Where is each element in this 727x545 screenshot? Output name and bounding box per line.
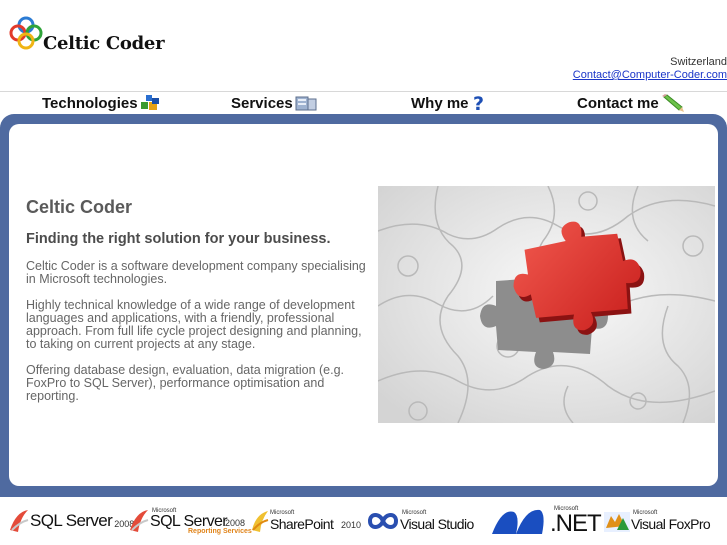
foxpro-icon: [604, 512, 630, 532]
sharepoint-icon: [252, 511, 269, 532]
sql-server-icon: [10, 510, 29, 532]
intro-paragraph: Celtic Coder is a software development c…: [26, 259, 366, 286]
knowledge-paragraph: Highly technical knowledge of a wide ran…: [26, 298, 362, 351]
puzzle-illustration: [378, 186, 715, 423]
nav-item-contact-me[interactable]: Contact me: [577, 92, 685, 114]
brand-logo[interactable]: Celtic Coder: [8, 15, 173, 55]
logo-subtitle: Reporting Services: [188, 528, 252, 535]
logo-name: SQL Server: [30, 511, 113, 530]
main-nav: Technologies Services Why me ? Contact m…: [0, 92, 727, 114]
nav-item-label: Contact me: [577, 94, 659, 112]
logo-sql-server-reporting[interactable]: Microsoft SQL Server 2008 Reporting Serv…: [128, 497, 252, 545]
visual-studio-icon: [367, 513, 399, 529]
logo-name: SharePoint: [270, 516, 334, 532]
nav-item-services[interactable]: Services: [231, 92, 317, 114]
logo-visual-foxpro[interactable]: Microsoft Visual FoxPro: [603, 497, 715, 545]
email-link[interactable]: Contact@Computer-Coder.com: [573, 69, 727, 82]
dotnet-wave-icon: [492, 509, 544, 534]
nav-item-label: Why me: [411, 94, 469, 112]
question-icon: ?: [473, 93, 484, 113]
contact-info: Switzerland Contact@Computer-Coder.com: [573, 56, 727, 82]
logo-version: 2008: [225, 518, 246, 528]
celtic-knot-icon: [9, 16, 43, 50]
nav-item-label: Technologies: [42, 94, 138, 112]
logo-dotnet[interactable]: Microsoft .NET: [490, 497, 602, 545]
technology-logos: SQL Server 2008 Microsoft SQL Server 200…: [0, 497, 727, 545]
cubes-icon: [140, 94, 159, 110]
svg-text:?: ?: [473, 93, 484, 113]
logo-name: Visual Studio: [400, 516, 474, 532]
logo-version: 2010: [341, 520, 362, 530]
pencil-icon: [661, 94, 684, 112]
page-title: Celtic Coder: [26, 197, 133, 217]
logo-visual-studio[interactable]: Microsoft Visual Studio: [366, 497, 480, 545]
logo-name: .NET: [550, 510, 602, 537]
nav-item-technologies[interactable]: Technologies: [42, 92, 160, 114]
nav-item-label: Services: [231, 94, 293, 112]
puzzle-image: [378, 186, 715, 423]
logo-sharepoint-2010[interactable]: Microsoft SharePoint 2010: [250, 497, 362, 545]
server-icon: [295, 96, 317, 110]
brand-name: Celtic Coder: [43, 33, 165, 54]
page-subtitle: Finding the right solution for your busi…: [26, 231, 331, 247]
sql-server-icon: [130, 510, 149, 532]
intro-section: Celtic Coder Finding the right solution …: [26, 196, 366, 416]
logo-sql-server-2008[interactable]: SQL Server 2008: [8, 497, 134, 545]
services-paragraph: Offering database design, evaluation, da…: [26, 363, 345, 403]
location-text: Switzerland: [670, 56, 727, 68]
nav-item-why-me[interactable]: Why me ?: [411, 92, 487, 114]
logo-name: Visual FoxPro: [631, 516, 711, 532]
